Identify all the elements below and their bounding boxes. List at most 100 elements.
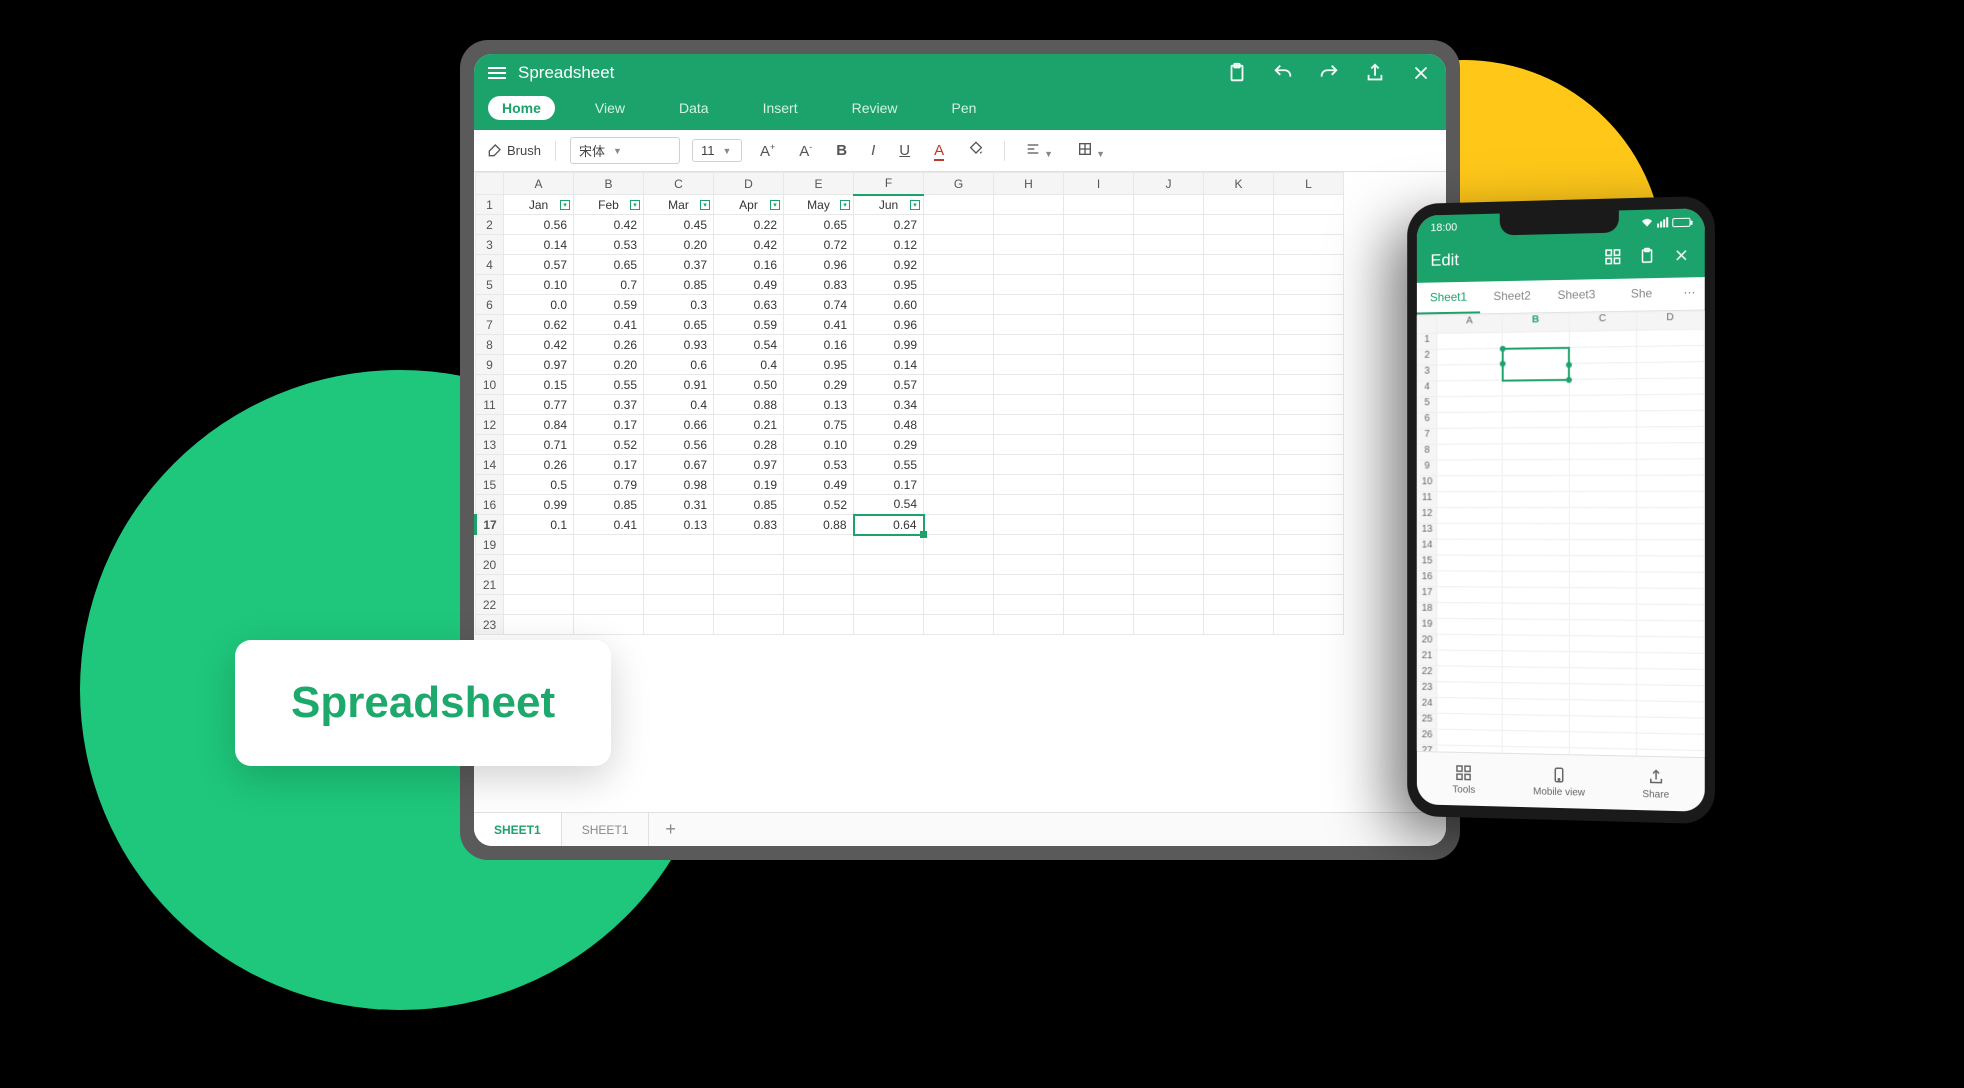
cell[interactable] bbox=[1437, 476, 1503, 492]
cell[interactable] bbox=[1569, 411, 1636, 428]
col-header-I[interactable]: I bbox=[1064, 173, 1134, 195]
cell[interactable]: Apr▾ bbox=[714, 195, 784, 215]
cell[interactable]: 0.37 bbox=[644, 255, 714, 275]
cell[interactable] bbox=[924, 475, 994, 495]
row-header[interactable]: 2 bbox=[476, 215, 504, 235]
cell[interactable] bbox=[1502, 363, 1568, 380]
cell[interactable] bbox=[924, 575, 994, 595]
share-button[interactable]: Share bbox=[1607, 756, 1705, 812]
cell[interactable] bbox=[1502, 571, 1568, 587]
cell[interactable] bbox=[1134, 415, 1204, 435]
cell[interactable]: 0.41 bbox=[574, 315, 644, 335]
row-header[interactable]: 3 bbox=[476, 235, 504, 255]
row-header[interactable]: 2 bbox=[1417, 349, 1436, 365]
cell[interactable] bbox=[1636, 378, 1704, 395]
row-header[interactable]: 6 bbox=[1417, 413, 1436, 429]
row-header[interactable]: 4 bbox=[1417, 381, 1436, 397]
cell[interactable] bbox=[1274, 395, 1344, 415]
cell[interactable]: 0.83 bbox=[784, 275, 854, 295]
cell[interactable] bbox=[1204, 235, 1274, 255]
cell[interactable] bbox=[504, 555, 574, 575]
row-header[interactable]: 10 bbox=[476, 375, 504, 395]
cell[interactable]: 0.14 bbox=[854, 355, 924, 375]
row-header[interactable]: 13 bbox=[476, 435, 504, 455]
cell[interactable] bbox=[1636, 701, 1704, 718]
cell[interactable] bbox=[1502, 427, 1568, 443]
cell[interactable] bbox=[784, 615, 854, 635]
cell[interactable] bbox=[1636, 426, 1704, 443]
cell[interactable] bbox=[1064, 575, 1134, 595]
cell[interactable]: 0.17 bbox=[854, 475, 924, 495]
cell[interactable]: 0.57 bbox=[854, 375, 924, 395]
close-icon[interactable] bbox=[1410, 62, 1432, 84]
col-header-K[interactable]: K bbox=[1204, 173, 1274, 195]
cell[interactable] bbox=[714, 535, 784, 555]
cell[interactable] bbox=[1204, 355, 1274, 375]
cell[interactable] bbox=[994, 615, 1064, 635]
cell[interactable] bbox=[644, 615, 714, 635]
cell[interactable] bbox=[1204, 395, 1274, 415]
row-header[interactable]: 15 bbox=[476, 475, 504, 495]
cell[interactable] bbox=[1274, 595, 1344, 615]
cell[interactable] bbox=[924, 375, 994, 395]
row-header[interactable]: 1 bbox=[476, 195, 504, 215]
cell[interactable]: 0.91 bbox=[644, 375, 714, 395]
cell[interactable] bbox=[1437, 348, 1503, 365]
cell[interactable] bbox=[1636, 540, 1704, 556]
cell[interactable] bbox=[1437, 555, 1503, 571]
cell[interactable]: 0.19 bbox=[714, 475, 784, 495]
cell[interactable]: 0.48 bbox=[854, 415, 924, 435]
cell[interactable]: 0.10 bbox=[784, 435, 854, 455]
cell[interactable] bbox=[1502, 667, 1568, 684]
row-header[interactable]: 16 bbox=[1417, 571, 1436, 587]
filter-icon[interactable]: ▾ bbox=[560, 200, 570, 210]
row-header[interactable]: 9 bbox=[476, 355, 504, 375]
cell[interactable] bbox=[1274, 275, 1344, 295]
cell[interactable] bbox=[574, 615, 644, 635]
row-header[interactable]: 12 bbox=[476, 415, 504, 435]
cell[interactable] bbox=[1437, 380, 1503, 397]
cell[interactable]: 0.93 bbox=[644, 335, 714, 355]
filter-icon[interactable]: ▾ bbox=[910, 200, 920, 210]
cell[interactable]: 0.49 bbox=[784, 475, 854, 495]
col-header-F[interactable]: F bbox=[854, 173, 924, 195]
cell[interactable]: 0.77 bbox=[504, 395, 574, 415]
cell[interactable] bbox=[1064, 475, 1134, 495]
row-header[interactable]: 12 bbox=[1417, 508, 1436, 524]
font-select[interactable]: 宋体▼ bbox=[570, 137, 680, 164]
cell[interactable] bbox=[1064, 415, 1134, 435]
cell[interactable]: 0.41 bbox=[784, 315, 854, 335]
row-header[interactable]: 24 bbox=[1417, 697, 1436, 713]
row-header[interactable]: 14 bbox=[476, 455, 504, 475]
cell[interactable] bbox=[1274, 535, 1344, 555]
cell[interactable] bbox=[1134, 535, 1204, 555]
cell[interactable] bbox=[924, 275, 994, 295]
cell[interactable] bbox=[1502, 714, 1568, 731]
cell[interactable] bbox=[1064, 595, 1134, 615]
cell[interactable] bbox=[924, 415, 994, 435]
cell[interactable] bbox=[1204, 195, 1274, 215]
cell[interactable]: 0.26 bbox=[504, 455, 574, 475]
row-header[interactable]: 20 bbox=[1417, 634, 1436, 650]
cell[interactable]: 0.52 bbox=[574, 435, 644, 455]
cell[interactable] bbox=[1274, 515, 1344, 535]
row-header[interactable]: 19 bbox=[1417, 618, 1436, 634]
cell[interactable] bbox=[1636, 524, 1704, 540]
col-header-G[interactable]: G bbox=[924, 173, 994, 195]
italic-button[interactable]: I bbox=[865, 139, 881, 162]
cell[interactable] bbox=[574, 595, 644, 615]
cell[interactable] bbox=[994, 275, 1064, 295]
align-button[interactable]: ▼ bbox=[1019, 138, 1059, 164]
tools-button[interactable]: Tools bbox=[1417, 752, 1511, 807]
cell[interactable] bbox=[1437, 523, 1503, 539]
cell[interactable] bbox=[924, 235, 994, 255]
cell[interactable]: 0.6 bbox=[644, 355, 714, 375]
row-header[interactable]: 10 bbox=[1417, 476, 1436, 492]
row-header[interactable]: 5 bbox=[476, 275, 504, 295]
cell[interactable] bbox=[924, 435, 994, 455]
cell[interactable] bbox=[1502, 411, 1568, 427]
phone-sheet-tab[interactable]: Sheet3 bbox=[1544, 279, 1609, 312]
cell[interactable]: 0.84 bbox=[504, 415, 574, 435]
cell[interactable] bbox=[924, 555, 994, 575]
cell[interactable] bbox=[1134, 395, 1204, 415]
